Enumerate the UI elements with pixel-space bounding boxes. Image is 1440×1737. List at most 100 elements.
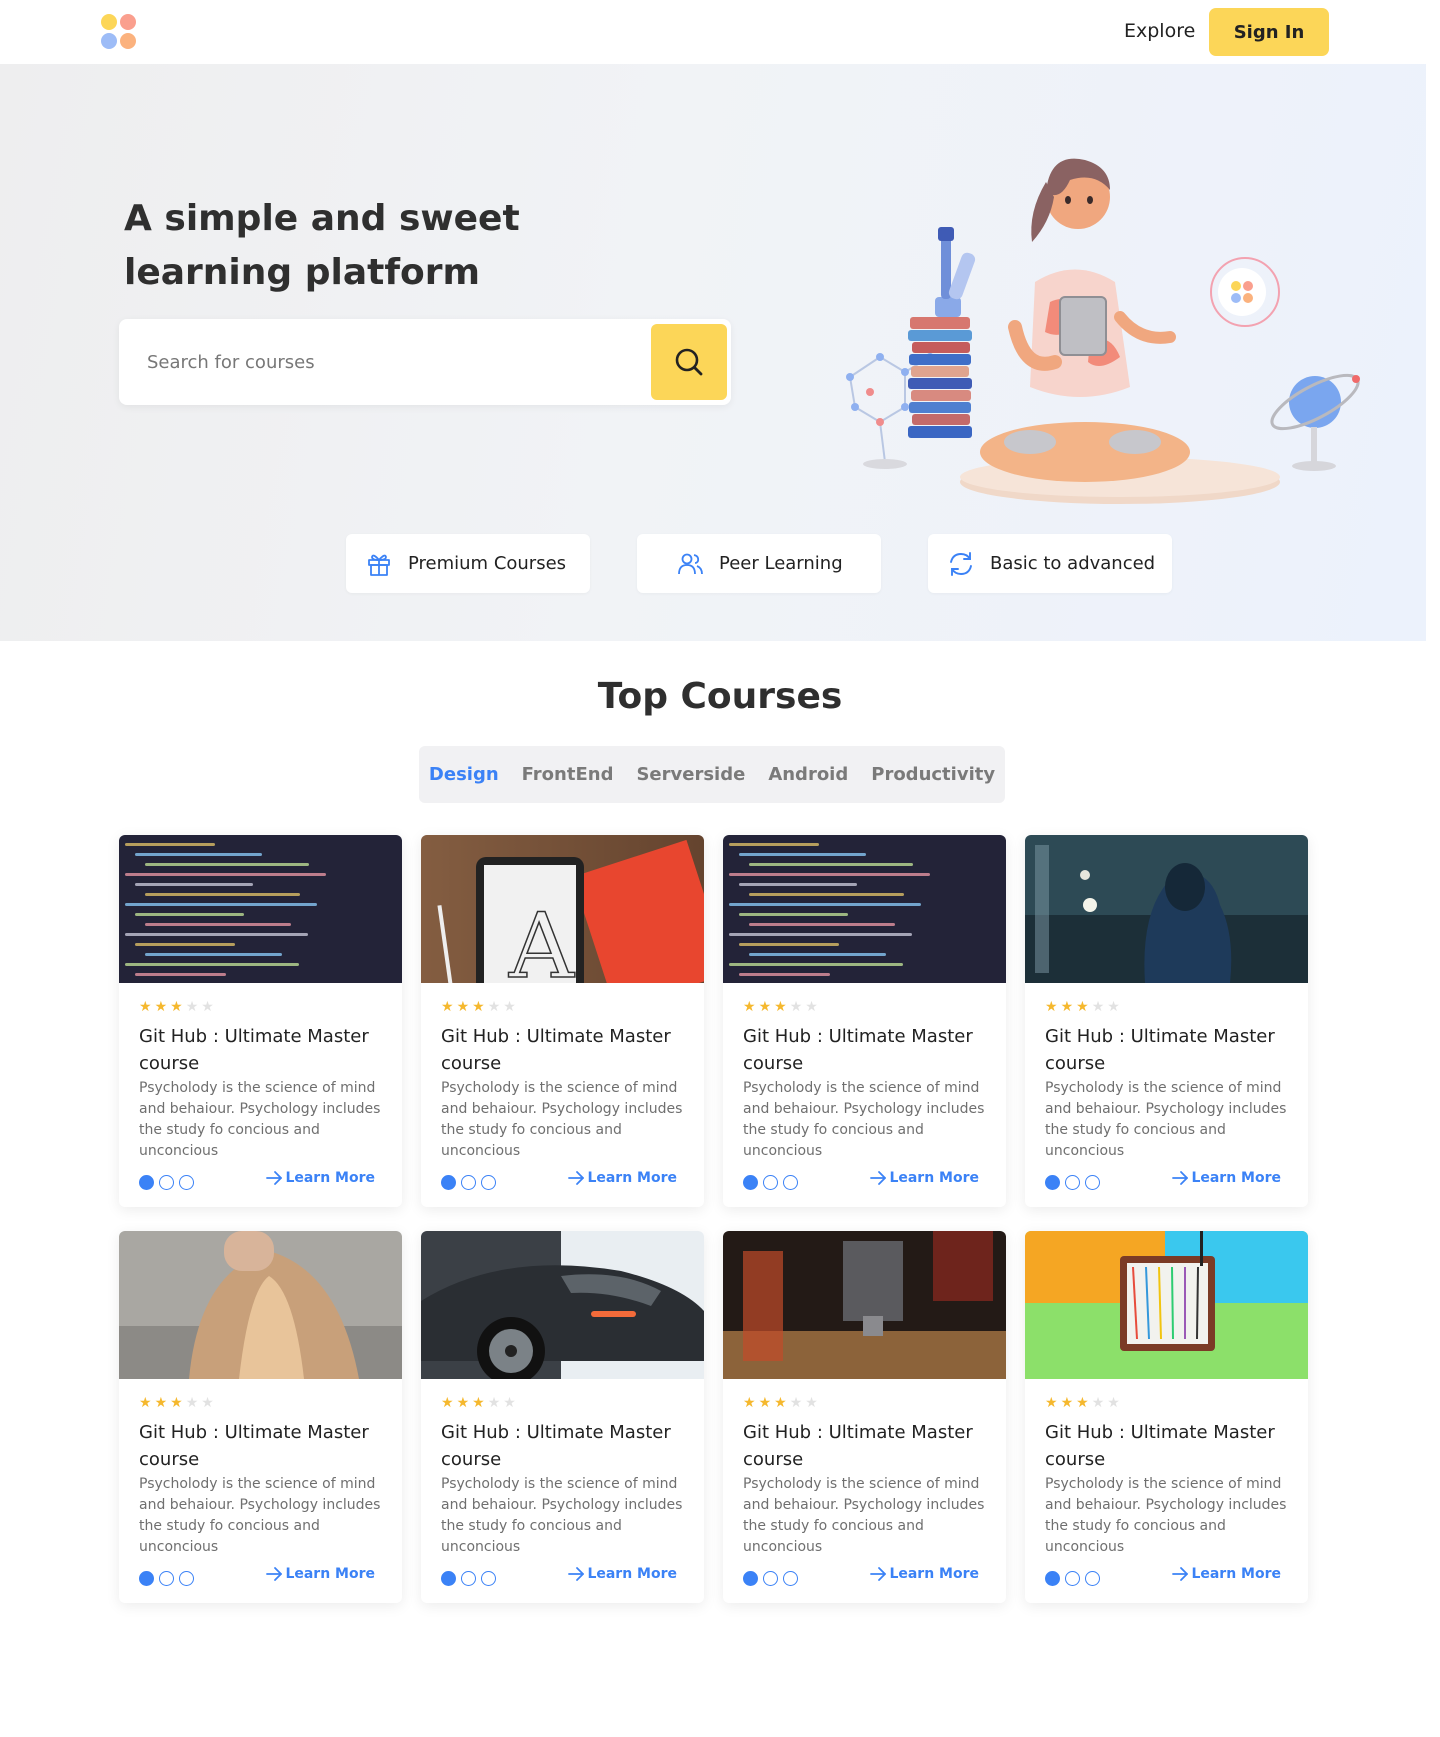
course-description: Psycholody is the science of mind and be… xyxy=(743,1080,985,1159)
learn-more-link[interactable]: Learn More xyxy=(869,1170,979,1186)
carousel-dots xyxy=(743,1175,798,1190)
progress-dot[interactable] xyxy=(481,1175,496,1190)
star-icon: ★ xyxy=(758,999,772,1015)
progress-dot[interactable] xyxy=(763,1175,778,1190)
tab-frontend[interactable]: FrontEnd xyxy=(522,764,614,785)
progress-dot[interactable] xyxy=(1065,1571,1080,1586)
progress-dot[interactable] xyxy=(1065,1175,1080,1190)
search-input[interactable] xyxy=(147,339,647,385)
progress-dot[interactable] xyxy=(441,1571,456,1586)
progress-dot[interactable] xyxy=(783,1175,798,1190)
progress-dot[interactable] xyxy=(159,1175,174,1190)
course-card[interactable]: ★ ★ ★ ★ ★ Git Hub : Ultimate Master course P… xyxy=(421,1231,704,1603)
feature-basic-to-advanced[interactable]: Basic to advanced xyxy=(928,534,1172,593)
learn-more-link[interactable]: Learn More xyxy=(567,1170,677,1186)
progress-dot[interactable] xyxy=(1085,1571,1100,1586)
learn-more-label: Learn More xyxy=(889,1566,979,1582)
progress-dot[interactable] xyxy=(179,1571,194,1586)
tab-android[interactable]: Android xyxy=(768,764,848,785)
course-card[interactable]: ★ ★ ★ ★ ★ Git Hub : Ultimate Master course P… xyxy=(119,1231,402,1603)
learn-more-link[interactable]: Learn More xyxy=(265,1566,375,1582)
feature-label: Premium Courses xyxy=(408,553,567,574)
progress-dot[interactable] xyxy=(783,1571,798,1586)
course-thumbnail xyxy=(1025,1231,1308,1379)
course-card[interactable]: ★ ★ ★ ★ ★ Git Hub : Ultimate Master course P… xyxy=(1025,1231,1308,1603)
star-icon: ★ xyxy=(1060,999,1074,1015)
course-description: Psycholody is the science of mind and be… xyxy=(441,1476,683,1555)
star-icon: ★ xyxy=(503,1395,516,1411)
site-header: Explore Sign In xyxy=(0,0,1440,64)
star-icon: ★ xyxy=(758,1395,772,1411)
star-icon: ★ xyxy=(1045,999,1058,1015)
course-card[interactable]: ★ ★ ★ ★ ★ Git Hub : Ultimate Master course P… xyxy=(1025,835,1308,1207)
carousel-dots xyxy=(441,1175,496,1190)
progress-dot[interactable] xyxy=(159,1571,174,1586)
progress-dot[interactable] xyxy=(743,1571,758,1586)
logo-dot-blue xyxy=(101,33,117,49)
star-icon: ★ xyxy=(472,1395,485,1411)
learn-more-link[interactable]: Learn More xyxy=(1171,1170,1281,1186)
learn-more-label: Learn More xyxy=(1191,1566,1281,1582)
progress-dot[interactable] xyxy=(1045,1175,1060,1190)
star-icon: ★ xyxy=(201,1395,214,1411)
nav-explore-link[interactable]: Explore xyxy=(1124,20,1195,42)
search-button[interactable] xyxy=(651,324,727,400)
course-description: Psycholody is the science of mind and be… xyxy=(139,1476,381,1555)
learn-more-link[interactable]: Learn More xyxy=(265,1170,375,1186)
feature-premium-courses[interactable]: Premium Courses xyxy=(346,534,590,593)
star-icon: ★ xyxy=(743,999,756,1015)
star-icon: ★ xyxy=(487,1395,501,1411)
feature-label: Basic to advanced xyxy=(990,553,1156,574)
carousel-dots xyxy=(743,1571,798,1586)
arrow-right-icon xyxy=(1172,1567,1189,1581)
course-thumbnail xyxy=(119,1231,402,1379)
sign-in-button[interactable]: Sign In xyxy=(1209,8,1329,56)
tab-productivity[interactable]: Productivity xyxy=(871,764,995,785)
carousel-dots xyxy=(1045,1571,1100,1586)
learn-more-link[interactable]: Learn More xyxy=(869,1566,979,1582)
tab-serverside[interactable]: Serverside xyxy=(636,764,745,785)
tab-design[interactable]: Design xyxy=(429,764,499,785)
star-icon: ★ xyxy=(789,1395,803,1411)
course-description: Psycholody is the science of mind and be… xyxy=(441,1080,683,1159)
carousel-dots xyxy=(441,1571,496,1586)
progress-dot[interactable] xyxy=(139,1571,154,1586)
carousel-dots xyxy=(139,1175,194,1190)
progress-dot[interactable] xyxy=(1045,1571,1060,1586)
learn-more-label: Learn More xyxy=(285,1566,375,1582)
learn-more-link[interactable]: Learn More xyxy=(1171,1566,1281,1582)
learn-more-label: Learn More xyxy=(889,1170,979,1186)
progress-dot[interactable] xyxy=(461,1571,476,1586)
progress-dot[interactable] xyxy=(461,1175,476,1190)
learn-more-label: Learn More xyxy=(1191,1170,1281,1186)
course-card[interactable]: ★ ★ ★ ★ ★ Git Hub : Ultimate Master course P… xyxy=(723,835,1006,1207)
progress-dot[interactable] xyxy=(179,1175,194,1190)
course-card[interactable]: A ★ ★ ★ ★ ★ Git Hub : Ultimate Master course… xyxy=(421,835,704,1207)
course-card[interactable]: ★ ★ ★ ★ ★ Git Hub : Ultimate Master course P… xyxy=(119,835,402,1207)
learn-more-link[interactable]: Learn More xyxy=(567,1566,677,1582)
progress-dot[interactable] xyxy=(1085,1175,1100,1190)
progress-dot[interactable] xyxy=(743,1175,758,1190)
rating-stars: ★ ★ ★ ★ ★ xyxy=(1045,1000,1120,1014)
star-icon: ★ xyxy=(441,999,454,1015)
star-icon: ★ xyxy=(472,999,485,1015)
rating-stars: ★ ★ ★ ★ ★ xyxy=(743,1000,818,1014)
progress-dot[interactable] xyxy=(139,1175,154,1190)
star-icon: ★ xyxy=(805,999,818,1015)
star-icon: ★ xyxy=(185,999,199,1015)
feature-peer-learning[interactable]: Peer Learning xyxy=(637,534,881,593)
rating-stars: ★ ★ ★ ★ ★ xyxy=(139,1000,214,1014)
progress-dot[interactable] xyxy=(441,1175,456,1190)
logo[interactable] xyxy=(101,14,137,50)
course-card[interactable]: ★ ★ ★ ★ ★ Git Hub : Ultimate Master course P… xyxy=(723,1231,1006,1603)
arrow-right-icon xyxy=(568,1567,585,1581)
progress-dot[interactable] xyxy=(481,1571,496,1586)
course-thumbnail: A xyxy=(421,835,704,983)
svg-text:A: A xyxy=(508,894,575,983)
progress-dot[interactable] xyxy=(763,1571,778,1586)
course-title: Git Hub : Ultimate Master course xyxy=(441,1422,671,1470)
star-icon: ★ xyxy=(170,999,183,1015)
star-icon: ★ xyxy=(774,999,787,1015)
star-icon: ★ xyxy=(139,1395,152,1411)
hero-section: A simple and sweet learning platform Sea… xyxy=(0,64,1426,641)
